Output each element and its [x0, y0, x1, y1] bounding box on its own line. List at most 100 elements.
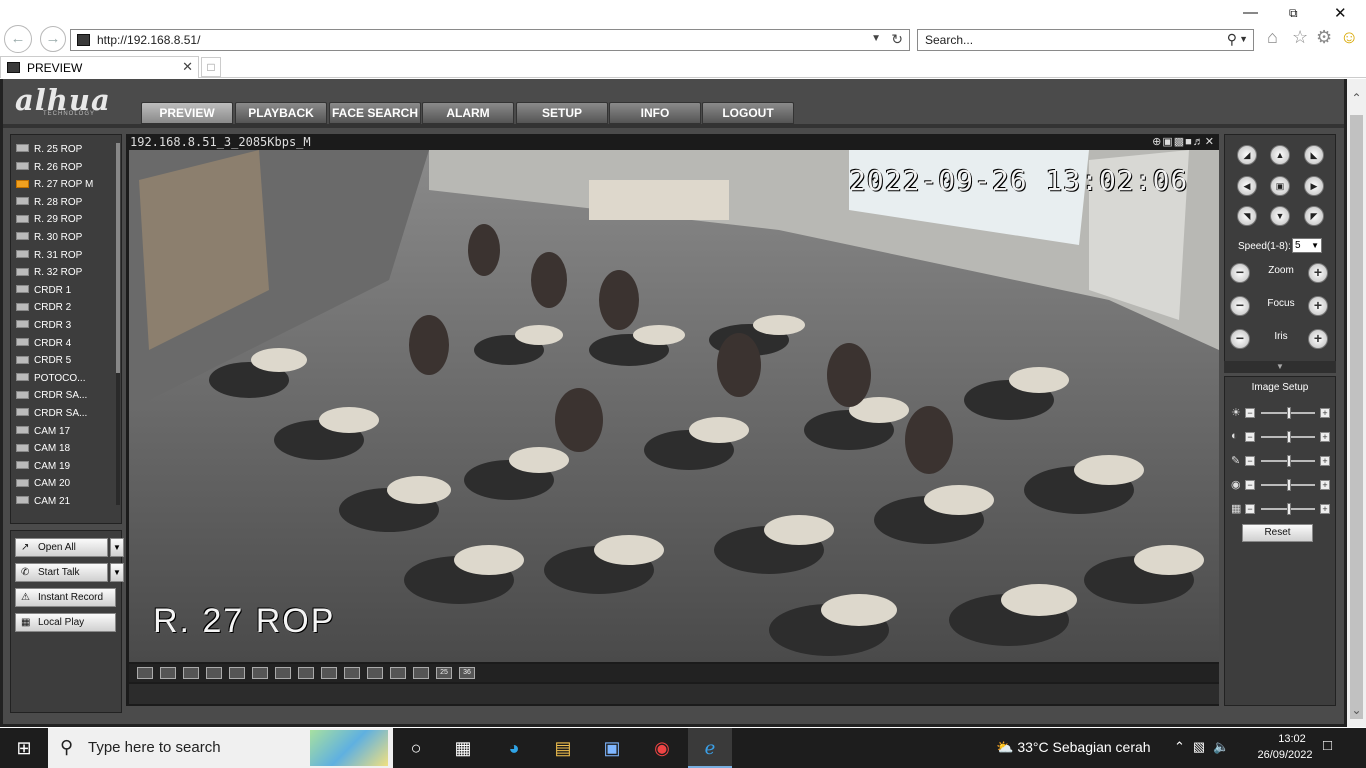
- forward-button[interactable]: →: [40, 26, 66, 52]
- instant-record-button[interactable]: ⚠ Instant Record: [15, 588, 116, 607]
- nav-tab-face-search[interactable]: FACE SEARCH: [329, 102, 421, 124]
- gain-knob[interactable]: [1287, 503, 1291, 515]
- reset-button[interactable]: Reset: [1242, 524, 1313, 542]
- hue-minus[interactable]: −: [1245, 480, 1255, 490]
- ptz-up-right-button[interactable]: ◣: [1304, 145, 1324, 165]
- chrome-icon[interactable]: ◉: [640, 728, 684, 768]
- ptz-collapse-icon[interactable]: ▼: [1224, 361, 1336, 373]
- cortana-icon[interactable]: ○: [394, 728, 438, 768]
- layout-button[interactable]: [390, 667, 406, 679]
- iris-minus-button[interactable]: −: [1230, 329, 1250, 349]
- layout-button[interactable]: [206, 667, 222, 679]
- refresh-icon[interactable]: ↻: [891, 31, 903, 48]
- layout-button[interactable]: [321, 667, 337, 679]
- search-dropdown-icon[interactable]: ▼: [1239, 34, 1248, 44]
- layout-button[interactable]: [252, 667, 268, 679]
- nav-tab-info[interactable]: INFO: [609, 102, 701, 124]
- layout-button[interactable]: [275, 667, 291, 679]
- saturation-minus[interactable]: −: [1245, 456, 1255, 466]
- gain-plus[interactable]: +: [1320, 504, 1330, 514]
- layout-button[interactable]: [413, 667, 429, 679]
- ptz-right-button[interactable]: ▶: [1304, 176, 1324, 196]
- iris-plus-button[interactable]: +: [1308, 329, 1328, 349]
- ptz-left-button[interactable]: ◀: [1237, 176, 1257, 196]
- brightness-plus[interactable]: +: [1320, 408, 1330, 418]
- ptz-down-button[interactable]: ▼: [1270, 206, 1290, 226]
- browser-search-box[interactable]: Search... ⚲ ▼: [917, 29, 1254, 51]
- layout-button[interactable]: [344, 667, 360, 679]
- layout-button[interactable]: [298, 667, 314, 679]
- ptz-center-button[interactable]: ▣: [1270, 176, 1290, 196]
- windows-start-icon[interactable]: ⊞: [0, 728, 48, 768]
- ptz-down-left-button[interactable]: ◥: [1237, 206, 1257, 226]
- clock-date[interactable]: 26/09/2022: [1246, 749, 1324, 761]
- channel-item[interactable]: R. 29 ROP: [16, 211, 112, 228]
- nav-tab-alarm[interactable]: ALARM: [422, 102, 514, 124]
- system-tray[interactable]: ⌃▧🔈: [1174, 739, 1237, 755]
- channel-item[interactable]: POTOCO...: [16, 370, 112, 387]
- tab-close-icon[interactable]: ✕: [182, 59, 193, 75]
- smiley-feedback-icon[interactable]: ☺: [1340, 27, 1358, 48]
- channel-item[interactable]: CRDR 5: [16, 352, 112, 369]
- address-bar[interactable]: http://192.168.8.51/ ▼ ↻: [70, 29, 910, 51]
- channel-scroll-thumb[interactable]: [116, 143, 120, 373]
- channel-item[interactable]: CAM 20: [16, 475, 112, 492]
- channel-item[interactable]: R. 27 ROP M: [16, 176, 112, 193]
- nav-tab-logout[interactable]: LOGOUT: [702, 102, 794, 124]
- ptz-up-button[interactable]: ▲: [1270, 145, 1290, 165]
- home-icon[interactable]: ⌂: [1267, 27, 1278, 48]
- layout-button[interactable]: [229, 667, 245, 679]
- address-dropdown-icon[interactable]: ▼: [871, 33, 881, 44]
- local-play-button[interactable]: ▦ Local Play: [15, 613, 116, 632]
- audio-icon[interactable]: ♬: [1193, 136, 1205, 148]
- layout-button[interactable]: [183, 667, 199, 679]
- speed-select[interactable]: 5 ▼: [1292, 238, 1322, 253]
- gain-minus[interactable]: −: [1245, 504, 1255, 514]
- channel-item[interactable]: R. 32 ROP: [16, 264, 112, 281]
- start-talk-dropdown[interactable]: ▼: [110, 563, 124, 582]
- contrast-knob[interactable]: [1287, 431, 1291, 443]
- channel-item[interactable]: R. 30 ROP: [16, 229, 112, 246]
- scroll-down-icon[interactable]: ⌄: [1347, 703, 1366, 717]
- snapshot-icon[interactable]: ▣: [1162, 136, 1173, 148]
- back-button[interactable]: ←: [4, 25, 32, 53]
- layout-button[interactable]: [137, 667, 153, 679]
- ptz-down-right-button[interactable]: ◤: [1304, 206, 1324, 226]
- record-icon[interactable]: ■: [1185, 136, 1193, 148]
- channel-item[interactable]: CRDR 3: [16, 317, 112, 334]
- focus-minus-button[interactable]: −: [1230, 296, 1250, 316]
- store-icon[interactable]: ▣: [590, 728, 634, 768]
- close-video-icon[interactable]: ✕: [1205, 136, 1215, 148]
- internet-explorer-icon[interactable]: ℯ: [688, 728, 732, 768]
- layout-button[interactable]: [367, 667, 383, 679]
- channel-item[interactable]: R. 26 ROP: [16, 159, 112, 176]
- taskbar-search[interactable]: ⚲ Type here to search: [48, 728, 393, 768]
- contrast-minus[interactable]: −: [1245, 432, 1255, 442]
- start-talk-button[interactable]: ✆ Start Talk: [15, 563, 108, 582]
- nav-tab-playback[interactable]: PLAYBACK: [235, 102, 327, 124]
- brightness-minus[interactable]: −: [1245, 408, 1255, 418]
- notification-icon[interactable]: □: [1323, 737, 1332, 754]
- restore-icon[interactable]: ⧉: [1289, 6, 1298, 21]
- minimize-icon[interactable]: —: [1243, 4, 1258, 21]
- open-all-button[interactable]: ↗ Open All: [15, 538, 108, 557]
- channel-item[interactable]: CAM 17: [16, 423, 112, 440]
- scroll-up-icon[interactable]: ⌃: [1347, 91, 1366, 105]
- focus-plus-button[interactable]: +: [1308, 296, 1328, 316]
- channel-scrollbar[interactable]: [116, 143, 120, 505]
- channel-item[interactable]: CRDR SA...: [16, 387, 112, 404]
- channel-item[interactable]: CAM 21: [16, 493, 112, 510]
- tab-preview[interactable]: PREVIEW ✕: [0, 56, 199, 78]
- file-explorer-icon[interactable]: ▤: [541, 728, 585, 768]
- channel-item[interactable]: CRDR 4: [16, 335, 112, 352]
- page-scrollbar[interactable]: ⌃ ⌄: [1347, 79, 1366, 727]
- nav-tab-setup[interactable]: SETUP: [516, 102, 608, 124]
- scroll-thumb[interactable]: [1350, 115, 1363, 719]
- weather-widget[interactable]: ⛅ 33°C Sebagian cerah: [996, 739, 1151, 756]
- channel-item[interactable]: CRDR 2: [16, 299, 112, 316]
- close-window-icon[interactable]: ✕: [1334, 4, 1347, 22]
- favorites-star-icon[interactable]: ☆: [1292, 27, 1308, 48]
- brightness-knob[interactable]: [1287, 407, 1291, 419]
- layout-button[interactable]: 36: [459, 667, 475, 679]
- edge-icon[interactable]: ◕: [492, 728, 536, 768]
